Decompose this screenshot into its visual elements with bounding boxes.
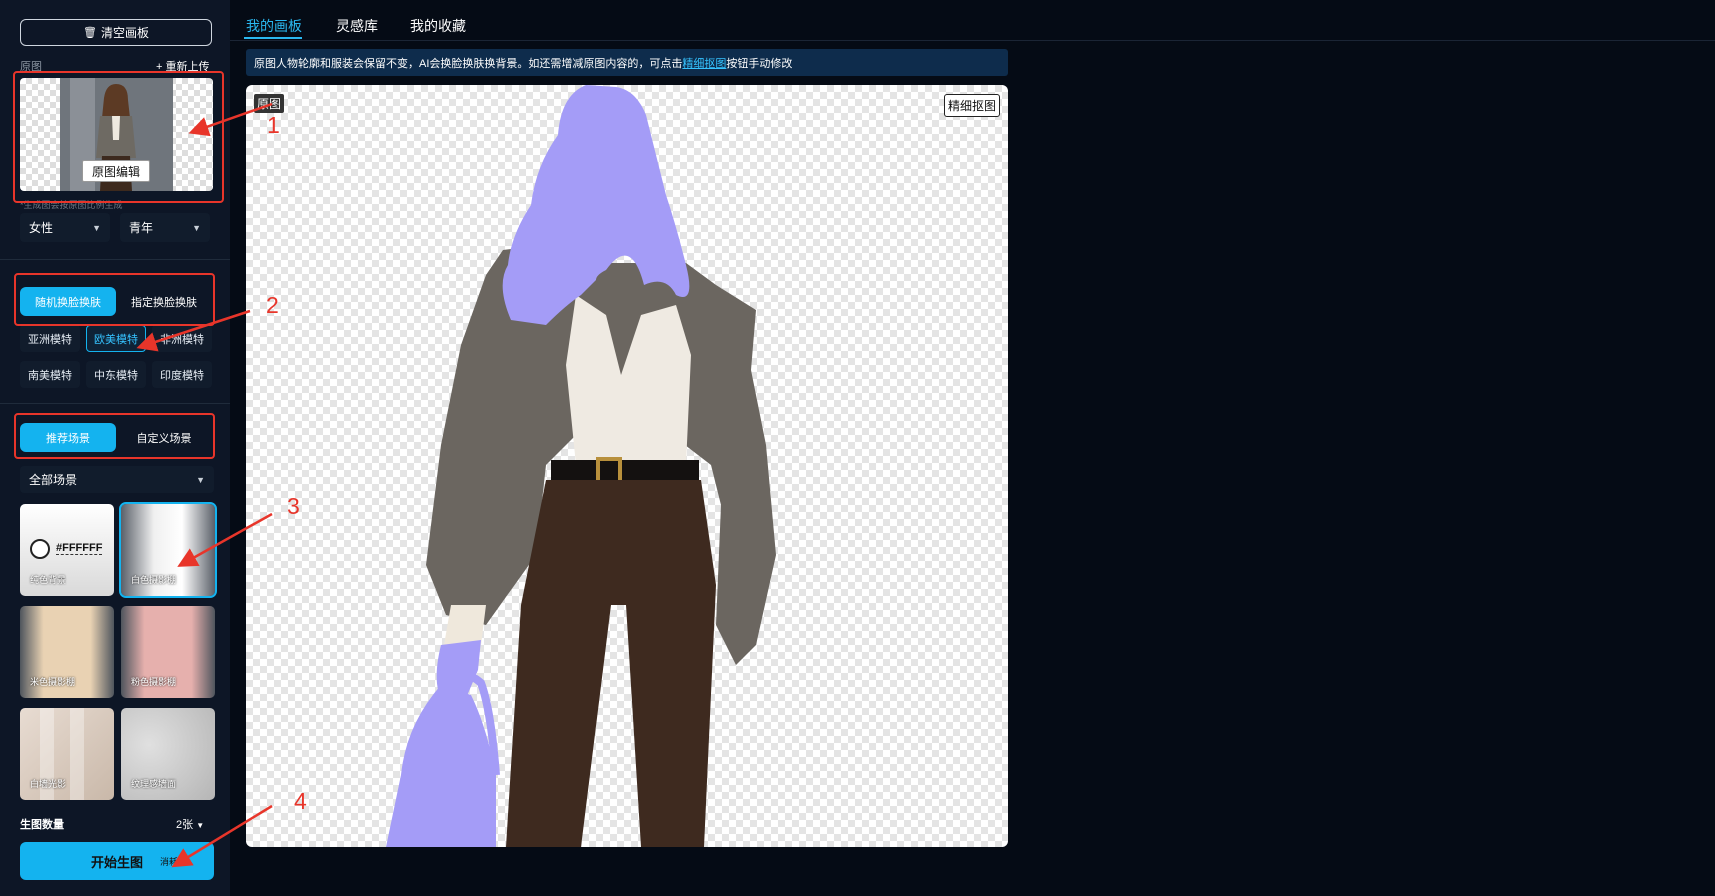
header-divider — [230, 40, 1715, 41]
annotation-box-2 — [14, 273, 215, 326]
light-stripe — [70, 708, 84, 800]
scene-filter-select[interactable]: 全部场景 ▼ — [20, 466, 214, 493]
chevron-down-icon: ▼ — [92, 222, 101, 233]
start-generate-button[interactable]: 开始生图 消耗 — [20, 842, 214, 880]
annotation-number-3: 3 — [287, 493, 300, 519]
scene-name: 米色摄影棚 — [30, 677, 76, 687]
notice-suffix: 按钮手动修改 — [726, 57, 793, 70]
chevron-down-icon: ▼ — [196, 821, 205, 830]
scene-color-code: #FFFFFF — [56, 542, 103, 555]
color-swatch — [30, 539, 50, 559]
model-image — [386, 85, 776, 847]
main-canvas[interactable]: 原图 精细抠图 — [246, 85, 1008, 847]
start-label: 开始生图 — [90, 854, 143, 870]
cost-label: 消耗 — [160, 857, 179, 867]
scene-card-pink-studio[interactable]: 粉色摄影棚 — [121, 606, 215, 698]
model-type-asian[interactable]: 亚洲模特 — [20, 325, 80, 352]
tab-inspiration[interactable]: 灵感库 — [336, 16, 378, 36]
refine-link[interactable]: 精细抠图 — [682, 55, 726, 71]
scene-name: 白色摄影棚 — [131, 575, 177, 585]
count-select[interactable]: 2张 ▼ — [176, 816, 204, 832]
clear-board-label: 清空画板 — [100, 26, 149, 40]
count-value: 2张 — [176, 819, 194, 831]
model-type-african[interactable]: 非洲模特 — [152, 325, 212, 352]
trash-icon: 🗑 — [83, 27, 97, 39]
scene-filter-value: 全部场景 — [29, 473, 78, 487]
original-tag: 原图 — [254, 94, 285, 113]
divider — [0, 259, 230, 260]
count-label: 生图数量 — [20, 819, 64, 831]
active-tab-indicator — [244, 37, 302, 39]
scene-card-beige-studio[interactable]: 米色摄影棚 — [20, 606, 114, 698]
tab-my-board[interactable]: 我的画板 — [246, 16, 302, 36]
app-window: 🗑 清空画板 原图 + 重新上传 原图编辑 *生成图会按原图比例生成 女性 ▼ … — [0, 0, 1715, 896]
notice-text: 原图人物轮廓和服装会保留不变，AI会换脸换肤换背景。如还需增减原图内容的，可点击 — [254, 57, 683, 70]
scene-card-textured-wall[interactable]: 纹理感墙面 — [121, 708, 215, 800]
scene-name: 纯色背景 — [30, 575, 67, 585]
scene-name: 粉色摄影棚 — [131, 677, 177, 687]
gender-value: 女性 — [29, 221, 54, 235]
scene-name: 白墙光影 — [30, 779, 67, 789]
tab-favorites[interactable]: 我的收藏 — [410, 16, 466, 36]
chevron-down-icon: ▼ — [192, 222, 201, 233]
divider — [0, 403, 230, 404]
annotation-number-1: 1 — [267, 112, 280, 138]
scene-card-solid[interactable]: #FFFFFF 纯色背景 — [20, 504, 114, 596]
gender-select[interactable]: 女性 ▼ — [20, 213, 110, 242]
scene-name: 纹理感墙面 — [131, 779, 177, 789]
age-value: 青年 — [129, 221, 154, 235]
model-type-south-american[interactable]: 南美模特 — [20, 361, 80, 388]
annotation-box-1 — [13, 71, 224, 203]
clear-board-button[interactable]: 🗑 清空画板 — [20, 19, 212, 46]
model-type-western[interactable]: 欧美模特 — [86, 325, 146, 352]
chevron-down-icon: ▼ — [196, 474, 205, 485]
age-select[interactable]: 青年 ▼ — [120, 213, 210, 242]
scene-card-light-wall[interactable]: 白墙光影 — [20, 708, 114, 800]
scene-card-white-studio[interactable]: 白色摄影棚 — [119, 502, 217, 598]
annotation-number-2: 2 — [266, 292, 279, 318]
model-type-indian[interactable]: 印度模特 — [152, 361, 212, 388]
refine-cutout-button[interactable]: 精细抠图 — [943, 94, 1000, 117]
model-type-middle-east[interactable]: 中东模特 — [86, 361, 146, 388]
notice-bar: 原图人物轮廓和服装会保留不变，AI会换脸换肤换背景。如还需增减原图内容的，可点击… — [246, 49, 1008, 76]
annotation-box-3 — [14, 413, 215, 459]
annotation-number-4: 4 — [294, 788, 307, 814]
